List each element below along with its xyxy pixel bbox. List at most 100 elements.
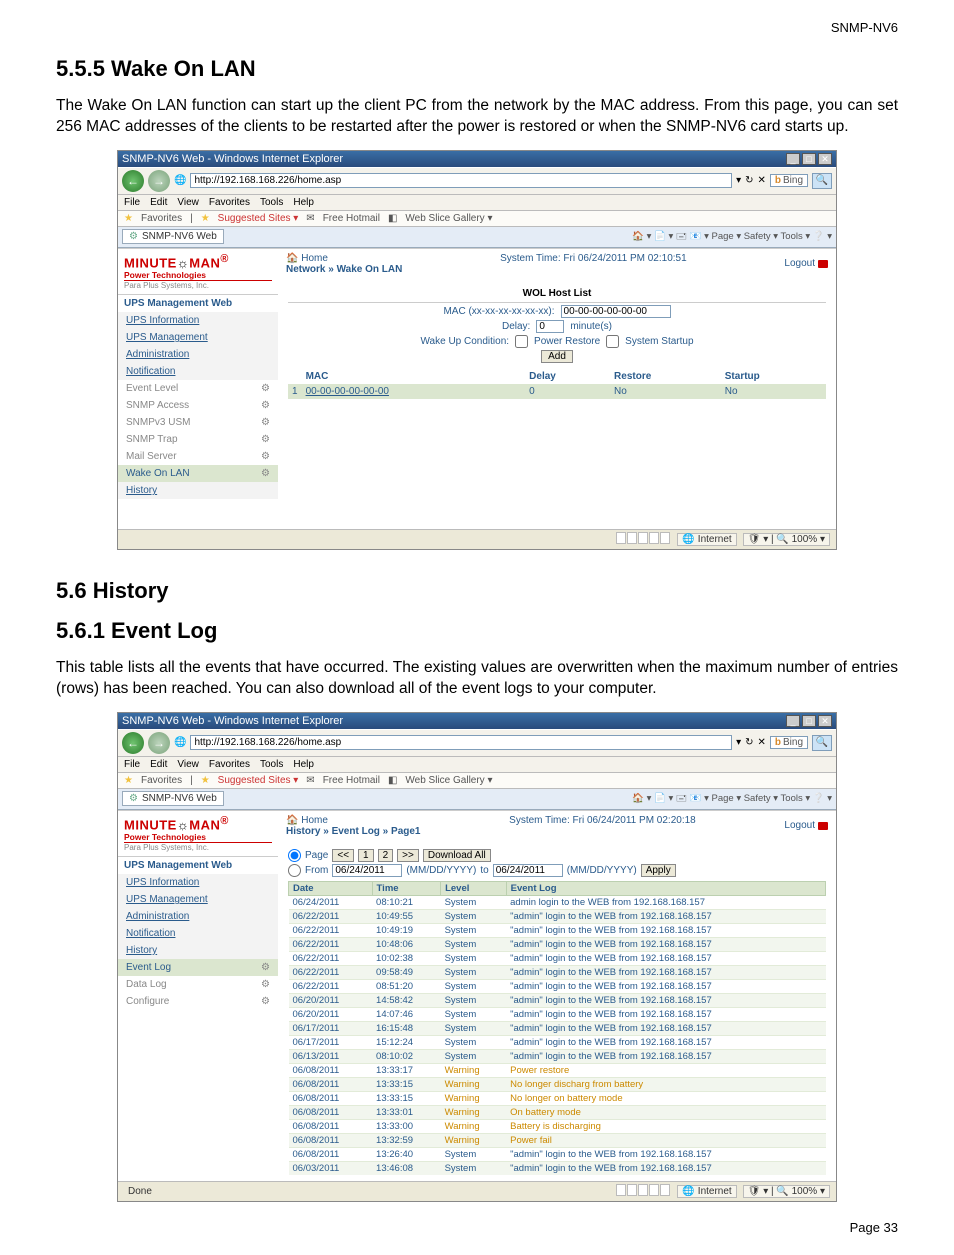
sidebar-item[interactable]: Administration: [118, 908, 278, 925]
address-bar[interactable]: [190, 735, 732, 750]
sidebar-item[interactable]: History: [118, 482, 278, 499]
breadcrumb: Network » Wake On LAN: [286, 264, 402, 275]
ie-toolbar[interactable]: 🏠 ▾ 📄 ▾ 🖃 📧 ▾ Page ▾ Safety ▾ Tools ▾ ❔ …: [632, 791, 832, 807]
window-controls[interactable]: _□✕: [784, 715, 832, 727]
sidebar-item[interactable]: UPS Management: [118, 891, 278, 908]
from-date-input[interactable]: [332, 864, 402, 877]
status-zoom[interactable]: 🛡 ▾ | 🔍 100% ▾: [743, 1185, 830, 1198]
menu-bar[interactable]: FileEditViewFavoritesToolsHelp: [118, 757, 836, 773]
gear-icon[interactable]: ⚙: [261, 417, 270, 428]
search-icon[interactable]: 🔍: [812, 735, 832, 751]
window-title: SNMP-NV6 Web - Windows Internet Explorer: [122, 715, 343, 727]
refresh-icon[interactable]: ↻: [745, 175, 753, 186]
logout-link[interactable]: Logout: [784, 253, 828, 275]
page-2-button[interactable]: 2: [378, 849, 394, 862]
favorites-bar[interactable]: ★Favorites | ★ Suggested Sites ▾ ✉Free H…: [118, 773, 836, 789]
table-row: 06/22/201108:51:20System"admin" login to…: [289, 979, 826, 993]
sidebar-sub-active[interactable]: Event Log⚙: [118, 959, 278, 976]
gear-icon[interactable]: ⚙: [261, 468, 270, 479]
search-box[interactable]: bBing: [770, 174, 808, 187]
status-zoom[interactable]: 🛡 ▾ | 🔍 100% ▾: [743, 533, 830, 546]
breadcrumb: History » Event Log » Page1: [286, 826, 421, 837]
table-row: 06/22/201110:49:55System"admin" login to…: [289, 909, 826, 923]
stop-icon[interactable]: ✕: [757, 175, 765, 186]
sidebar-sub[interactable]: Configure⚙: [118, 993, 278, 1010]
slice-icon: ◧: [388, 213, 397, 224]
table-row: 06/08/201113:32:59WarningPower fail: [289, 1133, 826, 1147]
browser-tab[interactable]: ⚙SNMP-NV6 Web: [122, 791, 224, 806]
gear-icon[interactable]: ⚙: [261, 979, 270, 990]
sidebar-item[interactable]: UPS Information: [118, 874, 278, 891]
sidebar-header: UPS Management Web: [118, 295, 278, 312]
star-icon[interactable]: ★: [124, 775, 133, 786]
logout-link[interactable]: Logout: [784, 815, 828, 837]
menu-bar[interactable]: FileEditViewFavoritesToolsHelp: [118, 195, 836, 211]
logout-icon: [818, 822, 828, 830]
gear-icon[interactable]: ⚙: [261, 996, 270, 1007]
page-label: Page: [305, 850, 328, 861]
sidebar-item[interactable]: Administration: [118, 346, 278, 363]
from-radio[interactable]: [288, 864, 301, 877]
favorites-bar[interactable]: ★Favorites | ★ Suggested Sites ▾ ✉Free H…: [118, 211, 836, 227]
col-restore: Restore: [610, 369, 721, 384]
logout-icon: [818, 260, 828, 268]
page-1-button[interactable]: 1: [358, 849, 374, 862]
search-icon[interactable]: 🔍: [812, 173, 832, 189]
sidebar-item[interactable]: Notification: [118, 925, 278, 942]
nav-back-icon[interactable]: ←: [122, 170, 144, 192]
dropdown-icon[interactable]: ▾: [736, 175, 741, 186]
gear-icon[interactable]: ⚙: [261, 962, 270, 973]
nav-back-icon[interactable]: ←: [122, 732, 144, 754]
apply-button[interactable]: Apply: [641, 864, 676, 877]
power-restore-checkbox[interactable]: [515, 335, 528, 348]
home-link[interactable]: 🏠 Home: [286, 815, 328, 826]
gear-icon[interactable]: ⚙: [261, 451, 270, 462]
sidebar-sub[interactable]: SNMPv3 USM⚙: [118, 414, 278, 431]
gear-icon[interactable]: ⚙: [261, 383, 270, 394]
mail-icon: ✉: [306, 213, 314, 224]
mac-label: MAC (xx-xx-xx-xx-xx-xx):: [443, 306, 554, 317]
sidebar-item[interactable]: History: [118, 942, 278, 959]
page-prev-button[interactable]: <<: [332, 849, 354, 862]
stop-icon[interactable]: ✕: [757, 737, 765, 748]
sidebar-sub[interactable]: SNMP Trap⚙: [118, 431, 278, 448]
sidebar-item[interactable]: Notification: [118, 363, 278, 380]
mac-input[interactable]: [561, 305, 671, 318]
nav-fwd-icon[interactable]: →: [148, 732, 170, 754]
status-internet: 🌐Internet: [677, 1185, 736, 1198]
sidebar-item[interactable]: UPS Management: [118, 329, 278, 346]
star-icon[interactable]: ★: [124, 213, 133, 224]
to-date-input[interactable]: [493, 864, 563, 877]
gear-icon[interactable]: ⚙: [261, 400, 270, 411]
sidebar-sub[interactable]: Mail Server⚙: [118, 448, 278, 465]
sidebar-item[interactable]: UPS Information: [118, 312, 278, 329]
page-radio[interactable]: [288, 849, 301, 862]
home-link[interactable]: 🏠 Home: [286, 253, 328, 264]
refresh-icon[interactable]: ↻: [745, 737, 753, 748]
globe-icon: 🌐: [682, 534, 694, 545]
add-button[interactable]: Add: [541, 350, 573, 363]
screenshot-wol: SNMP-NV6 Web - Windows Internet Explorer…: [117, 150, 837, 550]
nav-fwd-icon[interactable]: →: [148, 170, 170, 192]
ie-logo-icon: 🌐: [174, 737, 186, 748]
table-row: 06/03/201113:46:08System"admin" login to…: [289, 1161, 826, 1175]
page-next-button[interactable]: >>: [397, 849, 419, 862]
download-all-button[interactable]: Download All: [423, 849, 491, 862]
browser-tab[interactable]: ⚙SNMP-NV6 Web: [122, 229, 224, 244]
ie-toolbar[interactable]: 🏠 ▾ 📄 ▾ 🖃 📧 ▾ Page ▾ Safety ▾ Tools ▾ ❔ …: [632, 229, 832, 245]
sidebar-sub[interactable]: Data Log⚙: [118, 976, 278, 993]
brand-logo: MINUTE☼MAN® Power Technologies Para Plus…: [118, 249, 278, 295]
sidebar-sub-active[interactable]: Wake On LAN⚙: [118, 465, 278, 482]
mac-link[interactable]: 00-00-00-00-00-00: [306, 386, 389, 397]
sidebar-sub[interactable]: Event Level⚙: [118, 380, 278, 397]
search-box[interactable]: bBing: [770, 736, 808, 749]
gear-icon[interactable]: ⚙: [261, 434, 270, 445]
to-label: to: [480, 865, 488, 876]
address-bar[interactable]: [190, 173, 732, 188]
window-controls[interactable]: _□✕: [784, 153, 832, 165]
col-mac: MAC: [302, 369, 526, 384]
sidebar-sub[interactable]: SNMP Access⚙: [118, 397, 278, 414]
dropdown-icon[interactable]: ▾: [736, 737, 741, 748]
system-startup-checkbox[interactable]: [606, 335, 619, 348]
delay-input[interactable]: [536, 320, 564, 333]
